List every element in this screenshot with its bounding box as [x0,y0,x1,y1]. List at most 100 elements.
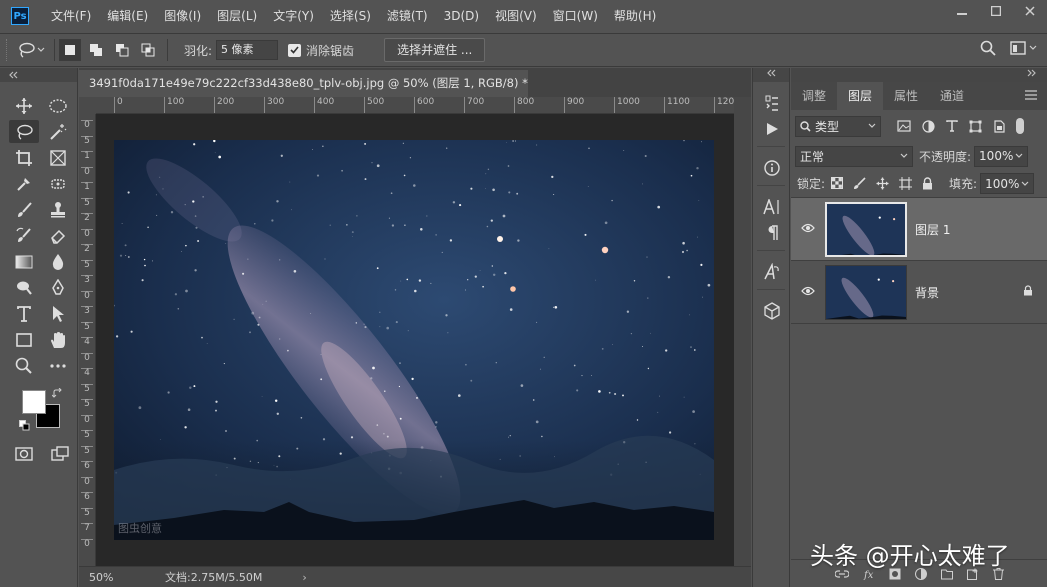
layer-name[interactable]: 图层 1 [915,221,950,238]
character-panel-button[interactable] [757,194,787,220]
document-image[interactable]: 图虫创意 [114,140,714,540]
blur-tool[interactable] [43,250,73,273]
move-tool[interactable] [9,94,39,117]
strip-collapse[interactable] [753,68,789,82]
magic-wand-tool[interactable] [43,120,73,143]
swap-colors-icon[interactable] [52,388,63,399]
actions-panel-button[interactable] [757,116,787,142]
history-brush-tool[interactable] [9,224,39,247]
opacity-input[interactable]: 100% [974,145,1029,167]
rectangle-tool[interactable] [9,328,39,351]
marquee-tool[interactable] [43,94,73,117]
new-selection-button[interactable] [59,39,81,61]
lock-image-pixels-icon[interactable] [853,177,866,190]
vertical-ruler[interactable]: 0510152025303540455055606570 [79,114,96,566]
close-button[interactable] [1013,0,1047,22]
layer-thumbnail[interactable] [825,201,907,257]
menu-edit[interactable]: 编辑(E) [99,0,156,32]
status-menu-arrow[interactable]: › [302,571,306,584]
clone-stamp-tool[interactable] [43,198,73,221]
type-tool[interactable] [9,302,39,325]
star [399,362,401,364]
search-icon[interactable] [980,40,996,56]
blend-mode-select[interactable]: 正常 [795,145,913,167]
toolbox-collapse[interactable] [0,68,77,82]
feather-input[interactable]: 5 像素 [216,40,279,60]
filter-kind-select[interactable]: 类型 [795,115,881,137]
paragraph-panel-button[interactable] [757,220,787,246]
3d-panel-button[interactable] [757,298,787,324]
canvas-area[interactable]: 图虫创意 [96,114,734,566]
lock-artboard-icon[interactable] [899,177,913,190]
menu-type[interactable]: 文字(Y) [265,0,322,32]
tab-channels[interactable]: 通道 [929,82,975,110]
history-panel-button[interactable] [757,90,787,116]
menu-layer[interactable]: 图层(L) [209,0,265,32]
visibility-toggle[interactable] [791,285,825,299]
more-tools[interactable] [43,354,73,377]
visibility-toggle[interactable] [791,222,825,236]
smart-object-filter-icon[interactable] [993,119,1005,133]
tab-properties[interactable]: 属性 [883,82,929,110]
zoom-level[interactable]: 50% [79,571,135,584]
tool-preset-picker[interactable] [12,38,50,62]
zoom-tool[interactable] [9,354,39,377]
tab-adjustments[interactable]: 调整 [791,82,837,110]
type-filter-icon[interactable] [946,120,958,132]
frame-icon [50,149,66,166]
menu-select[interactable]: 选择(S) [322,0,379,32]
brush-tool[interactable] [9,198,39,221]
fill-input[interactable]: 100% [980,173,1035,194]
crop-tool[interactable] [9,146,39,169]
lasso-tool[interactable] [9,120,39,143]
workspace-switcher[interactable] [1010,41,1037,55]
gradient-tool[interactable] [9,250,39,273]
intersect-selection-button[interactable] [137,39,159,61]
path-selection-tool[interactable] [43,302,73,325]
layer-row[interactable]: 背景 [791,261,1047,324]
layer-thumbnail[interactable] [825,264,907,320]
menu-3d[interactable]: 3D(D) [436,0,487,32]
menu-window[interactable]: 窗口(W) [545,0,606,32]
layer-name[interactable]: 背景 [915,284,939,301]
foreground-color-swatch[interactable] [22,390,46,414]
subtract-selection-button[interactable] [111,39,133,61]
add-selection-button[interactable] [85,39,107,61]
shape-filter-icon[interactable] [969,120,982,133]
adjustment-filter-icon[interactable] [922,119,935,133]
filter-toggle[interactable] [1016,118,1024,134]
menu-view[interactable]: 视图(V) [487,0,545,32]
ruler-origin[interactable] [79,97,96,114]
lock-all-icon[interactable] [922,177,933,190]
quick-mask-button[interactable] [9,442,39,465]
menu-file[interactable]: 文件(F) [43,0,99,32]
screen-mode-button[interactable] [45,442,75,465]
menu-image[interactable]: 图像(I) [156,0,209,32]
frame-tool[interactable] [43,146,73,169]
healing-brush-tool[interactable] [43,172,73,195]
horizontal-ruler[interactable]: 0 100 200 300 400 500 600 700 800 900 1000 1100 1200 [96,97,740,114]
menu-help[interactable]: 帮助(H) [606,0,664,32]
lock-transparent-pixels-icon[interactable] [831,177,844,189]
dodge-tool[interactable] [9,276,39,299]
glyphs-panel-button[interactable] [757,259,787,285]
pen-tool[interactable] [43,276,73,299]
vertical-scrollbar[interactable] [734,97,751,566]
antialias-checkbox[interactable] [288,43,302,57]
hand-tool[interactable] [43,328,73,351]
maximize-button[interactable] [979,0,1013,22]
pixel-layer-filter-icon[interactable] [897,120,911,132]
panel-menu-button[interactable] [1025,82,1037,110]
panel-collapse[interactable] [791,68,1047,82]
menu-filter[interactable]: 滤镜(T) [379,0,436,32]
eraser-tool[interactable] [43,224,73,247]
info-panel-button[interactable] [757,155,787,181]
tab-layers[interactable]: 图层 [837,82,884,110]
lock-position-icon[interactable] [876,177,889,190]
document-tab[interactable]: 3491f0da171e49e79c222cf33d438e80_tplv-ob… [79,70,528,97]
select-and-mask-button[interactable]: 选择并遮住 ... [384,38,486,62]
layer-row[interactable]: 图层 1 [791,198,1047,261]
eyedropper-tool[interactable] [9,172,39,195]
minimize-button[interactable] [945,0,979,22]
default-colors-icon[interactable] [19,420,30,431]
